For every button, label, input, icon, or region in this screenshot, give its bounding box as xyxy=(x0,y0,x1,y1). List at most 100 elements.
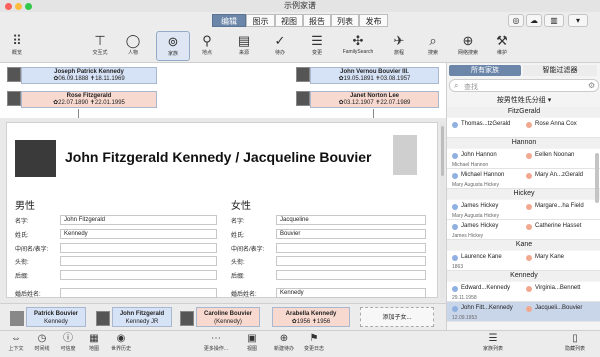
family-list-item[interactable]: Edward...Kennedy Virginia...Bennett 29.11.… xyxy=(447,282,600,302)
family-list-item[interactable]: Thomas...tzGerald Rose Anna Cox xyxy=(447,118,600,138)
tab-reports[interactable]: 报告 xyxy=(303,14,331,27)
husband-middle-name-field[interactable] xyxy=(60,243,217,253)
family-detail: James Hickey xyxy=(452,233,484,239)
bookmark-icon[interactable]: ▾ xyxy=(568,14,588,27)
child-card[interactable]: Caroline Bouvier (Kennedy) xyxy=(196,307,260,327)
husband-name: Laurence Kane xyxy=(461,254,502,260)
child-thumbnail xyxy=(180,311,194,326)
globe-icon[interactable]: ◎ xyxy=(508,14,524,27)
add-child-button[interactable]: 添加子女... xyxy=(360,307,434,327)
bottom-hide-list-button[interactable]: ▯ 隐藏列表 xyxy=(560,333,590,356)
wife-surname-field[interactable]: Bouvier xyxy=(276,229,426,239)
tab-publish[interactable]: 发布 xyxy=(359,14,388,27)
bottom-map-button[interactable]: ▦ 地图 xyxy=(82,333,106,356)
family-list-item[interactable]: John Hannon Eellen Noonan Michael Hannon xyxy=(447,149,600,169)
husband-married-name-field[interactable] xyxy=(60,288,217,298)
tab-all-families[interactable]: 所有家族 xyxy=(449,65,521,76)
tool-maintenance[interactable]: ⚒ 维护 xyxy=(485,31,519,61)
tool-changes[interactable]: ☰ 变更 xyxy=(300,31,334,61)
close-window-button[interactable] xyxy=(5,3,12,10)
globe-icon: ◉ xyxy=(116,333,126,344)
wife-married-name-field[interactable]: Kennedy xyxy=(276,288,426,298)
minimize-window-button[interactable] xyxy=(15,3,22,10)
sort-dropdown[interactable]: 按男性姓氏分组 ▾ xyxy=(447,95,600,106)
bottom-timeline-button[interactable]: ◷ 时间线 xyxy=(30,333,54,356)
sidebar-scrollbar-thumb[interactable] xyxy=(595,153,599,203)
husband-title-field[interactable] xyxy=(60,256,217,266)
wife-suffix-field[interactable] xyxy=(276,270,426,280)
male-dot-icon xyxy=(452,255,458,261)
scrollbar-thumb[interactable] xyxy=(441,126,444,176)
card-scrollbar[interactable] xyxy=(440,122,445,298)
tab-edit[interactable]: 编辑 xyxy=(212,14,246,27)
husband-given-name-field[interactable]: John Fitzgerald xyxy=(60,215,217,225)
tool-sources[interactable]: ▤ 来源 xyxy=(227,31,261,61)
husband-name: Thomas...tzGerald xyxy=(461,121,511,127)
family-list-item[interactable]: Michael Hannon Mary An...zGerald Mary Augu… xyxy=(447,169,600,189)
tab-views[interactable]: 视图 xyxy=(275,14,303,27)
tool-places[interactable]: ⚲ 地点 xyxy=(190,31,224,61)
male-dot-icon xyxy=(452,153,458,159)
wife-name: Mary Kane xyxy=(535,254,565,260)
search-placeholder: 查找 xyxy=(464,84,478,91)
title-label: 头衔: xyxy=(231,260,245,266)
tool-person[interactable]: ◯ 人物 xyxy=(116,31,150,61)
bottom-view-button[interactable]: ▣ 视图 xyxy=(240,333,264,356)
sidebar-toggle-icon[interactable]: ▥ xyxy=(544,14,564,27)
cloud-icon[interactable]: ☁ xyxy=(526,14,542,27)
person-card-father-husband[interactable]: Joseph Patrick Kennedy ✿06.09.1888 ✝18.11… xyxy=(21,67,157,84)
family-title: John Fitzgerald Kennedy / Jacqueline Bou… xyxy=(65,149,372,165)
gear-icon[interactable]: ⚙ xyxy=(588,81,595,90)
wife-title-field[interactable] xyxy=(276,256,426,266)
family-list-item[interactable]: Laurence Kane Mary Kane 1863 xyxy=(447,251,600,271)
wife-middle-name-field[interactable] xyxy=(276,243,426,253)
bottom-more-actions-button[interactable]: ⋯ 更多操作... xyxy=(200,333,232,356)
family-list-sidebar: 所有家族 智能过滤器 ⌕ 查找 ⚙ 按男性姓氏分组 ▾ FitzGerald Th… xyxy=(446,63,600,330)
husband-surname-field[interactable]: Kennedy xyxy=(60,229,217,239)
tool-web-search[interactable]: ⊕ 网络搜索 xyxy=(451,31,485,61)
tool-family[interactable]: ⊚ 家族 xyxy=(156,31,190,61)
family-photo[interactable] xyxy=(15,140,56,177)
bottom-credibility-button[interactable]: ⓘ 可信度 xyxy=(56,333,80,356)
person-thumbnail xyxy=(7,67,21,82)
family-list-item[interactable]: John Fitt...Kennedy Jacqueli...Bouvier 12.… xyxy=(447,302,600,322)
mode-tabs: 编辑 图示 视图 报告 列表 发布 ◎ ☁ ▥ ▾ xyxy=(0,12,600,29)
tool-todo[interactable]: ✓ 待办 xyxy=(263,31,297,61)
wife-given-name-field[interactable]: Jacqueline xyxy=(276,215,426,225)
tool-overview[interactable]: ⠿ 概览 xyxy=(0,31,34,61)
zoom-window-button[interactable] xyxy=(25,3,32,10)
bottom-context-button[interactable]: ⇔ 上下文 xyxy=(4,333,28,356)
child-card[interactable]: John Fitzgerald Kennedy JR xyxy=(112,307,172,327)
search-icon: ⌕ xyxy=(429,33,437,48)
surname-label: 姓氏: xyxy=(15,233,29,239)
middle-name-label: 中间名/表字: xyxy=(231,247,265,253)
tool-interactive[interactable]: ⊤ 交互式 xyxy=(83,31,117,61)
family-list-item[interactable]: James Hickey Margare...ha Field Mary Augus… xyxy=(447,200,600,220)
husband-suffix-field[interactable] xyxy=(60,270,217,280)
bottom-family-list-button[interactable]: ☰ 家族列表 xyxy=(478,333,508,356)
tab-charts[interactable]: 图示 xyxy=(246,14,275,27)
tool-search[interactable]: ⌕ 搜索 xyxy=(416,31,450,61)
person-card-father-wife[interactable]: John Vernou Bouvier III. ✿19.05.1891 ✝03.… xyxy=(310,67,439,84)
bottom-new-todo-button[interactable]: ⊕ 新建待办 xyxy=(270,333,298,356)
child-thumbnail xyxy=(96,311,110,326)
person-card-mother-wife[interactable]: Janet Norton Lee ✿03.12.1907 ✝22.07.1989 xyxy=(310,91,439,108)
changelog-icon: ⚑ xyxy=(309,333,319,344)
tab-lists[interactable]: 列表 xyxy=(331,14,359,27)
child-card[interactable]: Arabella Kennedy ✿1956 ✝1956 xyxy=(272,307,350,327)
sidebar-icon: ▯ xyxy=(572,333,578,344)
husband-name: John Hannon xyxy=(461,152,497,158)
tab-smart-filters[interactable]: 智能过滤器 xyxy=(523,65,597,76)
tool-familysearch[interactable]: ✣ FamilySearch xyxy=(337,31,379,61)
bottom-toolbar: ⇔ 上下文 ◷ 时间线 ⓘ 可信度 ▦ 地图 ◉ 世界历史 ⋯ 更多操作... ▣ 视图 ⊕ 新… xyxy=(0,330,600,357)
child-card[interactable]: Patrick Bouvier Kennedy xyxy=(26,307,86,327)
search-field[interactable]: ⌕ 查找 ⚙ xyxy=(449,79,599,92)
person-card-mother-husband[interactable]: Rose Fitzgerald ✿22.07.1890 ✝22.01.1995 xyxy=(21,91,157,108)
group-header: Kane xyxy=(447,240,600,250)
family-list-item[interactable]: James Hickey Catherine Hasset James Hickey xyxy=(447,220,600,240)
bookmark-ribbon-icon[interactable] xyxy=(393,135,417,175)
tool-journey[interactable]: ✈ 旅程 xyxy=(382,31,416,61)
married-name-label: 婚后姓名: xyxy=(231,292,257,298)
bottom-changelog-button[interactable]: ⚑ 变更日志 xyxy=(300,333,328,356)
bottom-world-history-button[interactable]: ◉ 世界历史 xyxy=(108,333,134,356)
